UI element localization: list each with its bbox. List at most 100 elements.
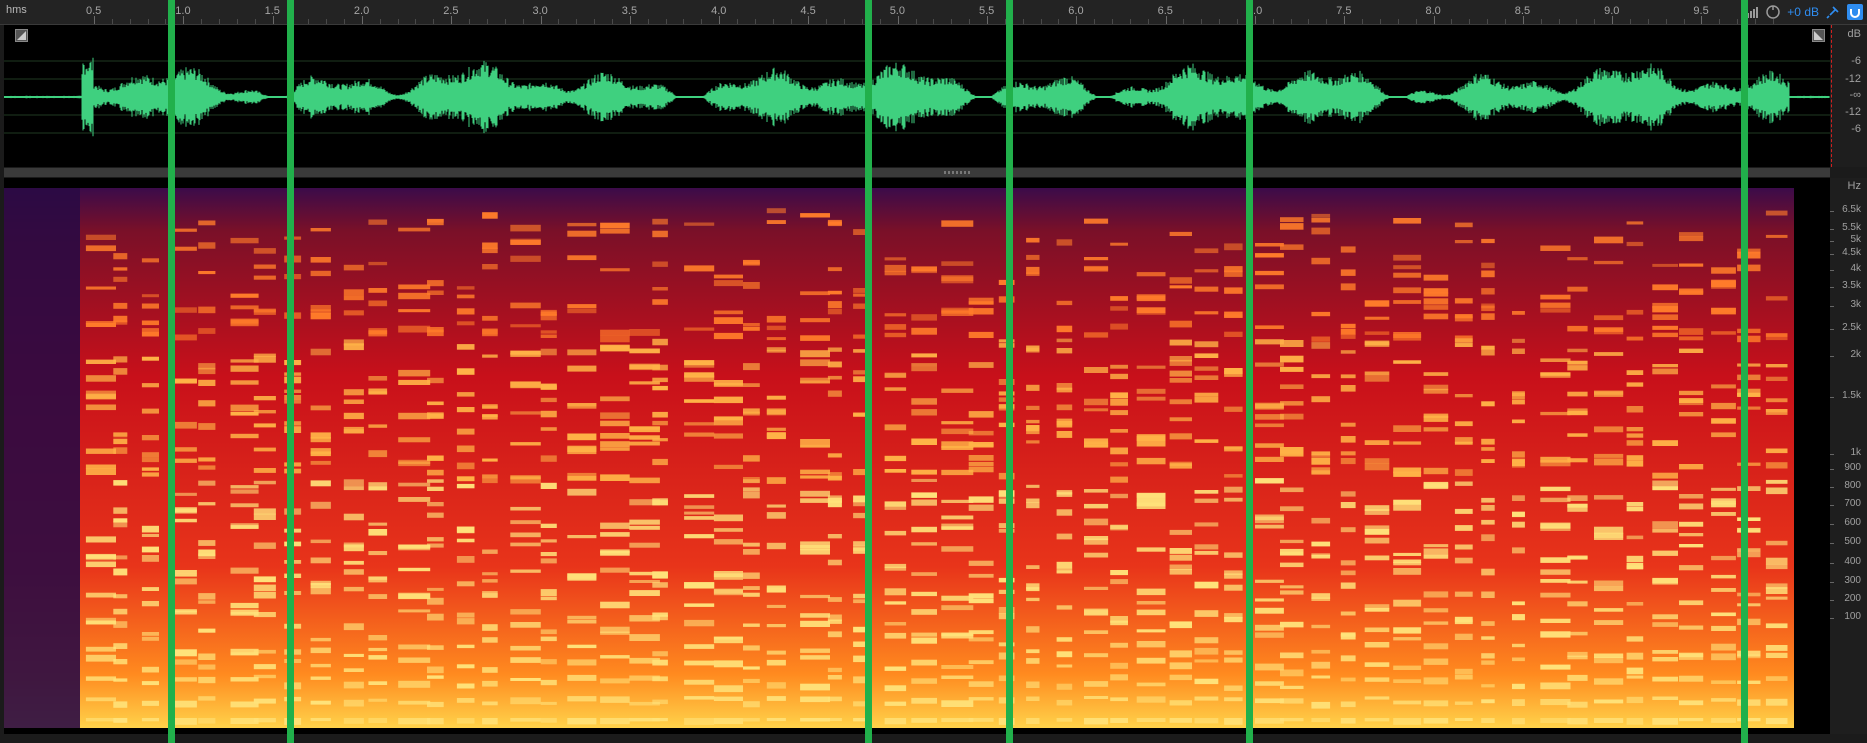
harmonic-band	[482, 474, 498, 479]
harmonic-band	[456, 476, 475, 482]
harmonic-band	[85, 676, 116, 681]
harmonic-band	[800, 490, 830, 497]
harmonic-band	[1224, 331, 1243, 337]
harmonic-band	[1056, 338, 1073, 343]
harmonic-band	[600, 718, 630, 725]
harmonic-band	[368, 681, 388, 685]
pane-splitter[interactable]	[4, 168, 1830, 177]
ruler-minor-tick	[558, 19, 560, 24]
harmonic-band	[1255, 253, 1284, 258]
frequency-tick	[1830, 229, 1834, 230]
splitter-grip[interactable]	[944, 171, 972, 174]
harmonic-band	[652, 582, 668, 588]
snap-icon[interactable]	[1847, 4, 1863, 20]
harmonic-band	[427, 502, 444, 507]
time-format-label[interactable]: hms	[6, 4, 27, 16]
display-toggle-icon[interactable]	[15, 29, 28, 42]
ruler-minor-tick	[379, 19, 381, 24]
harmonic-band	[310, 587, 331, 595]
waveform-graph	[4, 57, 1830, 137]
harmonic-band	[1056, 239, 1073, 246]
harmonic-band	[510, 622, 541, 628]
harmonic-band	[85, 697, 116, 702]
waveform-display[interactable]	[4, 25, 1830, 167]
harmonic-band	[1540, 579, 1571, 583]
harmonic-band	[427, 486, 444, 491]
harmonic-band	[540, 718, 557, 723]
harmonic-band	[198, 271, 216, 275]
harmonic-band	[1652, 440, 1678, 446]
harmonic-band	[1056, 568, 1073, 573]
harmonic-band	[368, 300, 388, 307]
marker-line[interactable]	[1741, 0, 1748, 743]
harmonic-band	[1626, 406, 1644, 413]
harmonic-band	[368, 522, 388, 526]
harmonic-band	[1711, 500, 1736, 505]
harmonic-band	[1110, 398, 1128, 406]
harmonic-band	[1084, 218, 1109, 224]
harmonic-band	[1110, 447, 1128, 455]
harmonic-band	[1169, 378, 1192, 383]
harmonic-band	[1423, 544, 1449, 548]
harmonic-band	[85, 286, 116, 290]
harmonic-band	[713, 464, 743, 469]
harmonic-band	[172, 610, 197, 615]
marker-line[interactable]	[865, 0, 872, 743]
harmonic-band	[398, 437, 431, 443]
gain-readout[interactable]: +0 dB	[1787, 5, 1819, 19]
harmonic-band	[1481, 348, 1495, 356]
harmonic-band	[567, 619, 597, 624]
harmonic-band	[540, 539, 557, 543]
harmonic-band	[1679, 263, 1704, 267]
frequency-tick	[1830, 543, 1834, 544]
harmonic-band	[1169, 548, 1192, 554]
harmonic-band	[853, 469, 866, 476]
spectral-frequency-display[interactable]	[4, 178, 1830, 734]
harmonic-band	[1026, 484, 1040, 488]
harmonic-band	[1567, 433, 1588, 437]
harmonic-band	[113, 356, 128, 363]
harmonic-band	[1026, 419, 1040, 424]
harmonic-band	[941, 469, 974, 476]
harmonic-band	[567, 472, 597, 476]
spectral-toggle-icon[interactable]	[1812, 29, 1825, 42]
harmonic-band	[1512, 511, 1525, 517]
harmonic-band	[1423, 608, 1449, 613]
harmonic-band	[652, 287, 668, 291]
harmonic-band	[1594, 657, 1624, 664]
harmonic-band	[1136, 718, 1166, 722]
harmonic-band	[1311, 257, 1331, 265]
harmonic-band	[198, 480, 216, 486]
harmonic-band	[743, 586, 760, 590]
harmonic-band	[743, 491, 760, 499]
harmonic-band	[1481, 438, 1495, 445]
harmonic-band	[540, 558, 557, 564]
harmonic-band	[368, 424, 388, 428]
harmonic-band	[911, 363, 937, 367]
marker-line[interactable]	[1006, 0, 1013, 743]
harmonic-band	[1679, 348, 1704, 353]
harmonic-band	[941, 276, 974, 284]
harmonic-band	[1567, 391, 1588, 397]
gain-knob-icon[interactable]	[1765, 4, 1781, 20]
marker-line[interactable]	[287, 0, 294, 743]
harmonic-band	[1626, 370, 1644, 375]
harmonic-band	[1169, 662, 1192, 670]
harmonic-band	[968, 430, 994, 436]
pin-icon[interactable]	[1825, 4, 1841, 20]
harmonic-band	[1194, 341, 1219, 348]
harmonic-band	[629, 590, 660, 596]
marker-line[interactable]	[1246, 0, 1253, 743]
harmonic-band	[629, 426, 660, 432]
harmonic-band	[1594, 533, 1624, 540]
timeline-ruler[interactable]: hms 0.5 1.0 1.5 2.0 2.5 3.0 3.5 4.0 4.5 5.0 5.5 6.0…	[0, 0, 1867, 25]
ruler-minor-tick	[844, 19, 846, 24]
marker-line[interactable]	[168, 0, 175, 743]
harmonic-band	[1084, 367, 1109, 373]
harmonic-band	[1393, 504, 1422, 511]
harmonic-band	[540, 482, 557, 489]
harmonic-band	[1567, 674, 1588, 681]
harmonic-band	[853, 701, 866, 707]
harmonic-band	[1169, 370, 1192, 377]
harmonic-band	[800, 350, 830, 358]
